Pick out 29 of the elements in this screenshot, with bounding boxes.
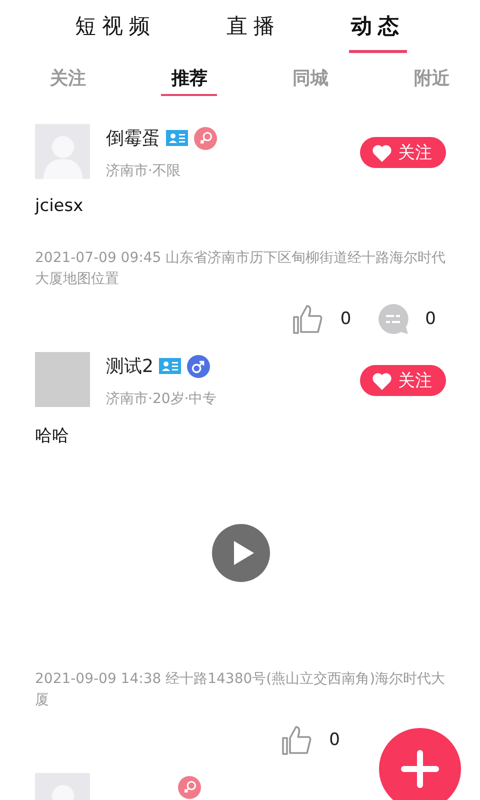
id-card-icon [166,130,188,146]
like-count: 0 [340,309,352,329]
comment-count: 0 [425,309,436,329]
follow-button[interactable]: 关注 [360,365,446,396]
post-text: 哈哈 [35,425,70,447]
heart-icon [372,372,392,390]
post-time-location: 2021-09-09 14:38 经十路14380号(燕山立交西南角)海尔时代大厦 [35,670,446,710]
feed-tab[interactable]: 推荐 [161,56,218,96]
id-card-icon [159,358,182,374]
user-info: 济南市·20岁·中专 [106,390,218,408]
plus-icon [401,750,439,788]
feed-tab[interactable]: 同城 [282,56,339,96]
user-name: 测试2 [106,355,154,378]
user-name: 倒霉蛋 [106,127,160,150]
post-time-location: 2021-07-09 09:45 山东省济南市历下区甸柳街道经十路海尔时代大厦地图位置 [35,249,446,289]
feed-tab[interactable]: 附近 [404,56,460,96]
top-tab[interactable]: 短视频 [73,8,158,53]
post-text: jciesx [35,196,84,216]
thumbs-up-icon[interactable] [281,724,314,756]
feed-tab[interactable]: 关注 [40,56,96,96]
top-tab[interactable]: 动态 [348,8,407,53]
like-count: 0 [329,730,340,750]
follow-button[interactable]: 关注 [360,137,446,168]
user-info: 济南市·不限 [106,162,182,180]
play-icon[interactable] [212,524,270,582]
heart-icon [372,144,392,162]
comment-icon[interactable] [377,303,410,335]
top-tab[interactable]: 直播 [224,8,282,53]
thumbs-up-icon[interactable] [292,303,324,335]
